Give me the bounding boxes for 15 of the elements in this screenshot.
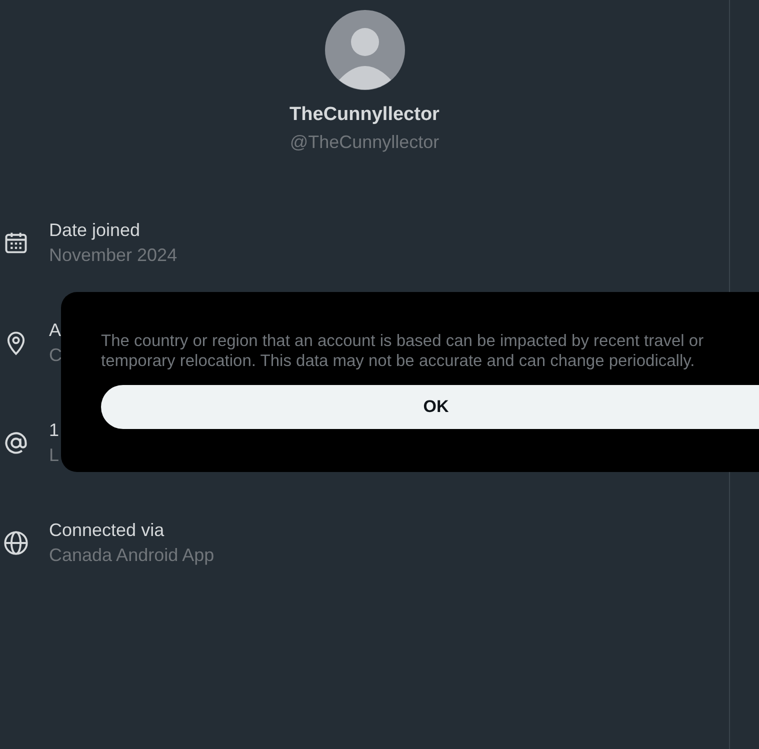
globe-icon bbox=[3, 530, 29, 556]
detail-title: A bbox=[49, 319, 62, 342]
display-name: TheCunnyllector bbox=[290, 103, 440, 127]
detail-title: Date joined bbox=[49, 219, 142, 242]
detail-value: November 2024 bbox=[49, 244, 178, 267]
dialog-message: The country or region that an account is based can be impacted by recent travel or temporary relocation. This data may not be accurate and can change periodically. bbox=[101, 331, 705, 371]
detail-value: Canada Android App bbox=[49, 544, 214, 567]
username: @TheCunnyllector bbox=[290, 131, 440, 154]
calendar-icon bbox=[3, 230, 29, 256]
detail-title: 1 bbox=[49, 419, 60, 442]
detail-value: C bbox=[49, 344, 62, 367]
ok-button[interactable]: OK bbox=[101, 385, 759, 429]
at-sign-icon bbox=[3, 430, 29, 456]
detail-value: L bbox=[49, 444, 60, 467]
detail-title: Connected via bbox=[49, 519, 166, 542]
